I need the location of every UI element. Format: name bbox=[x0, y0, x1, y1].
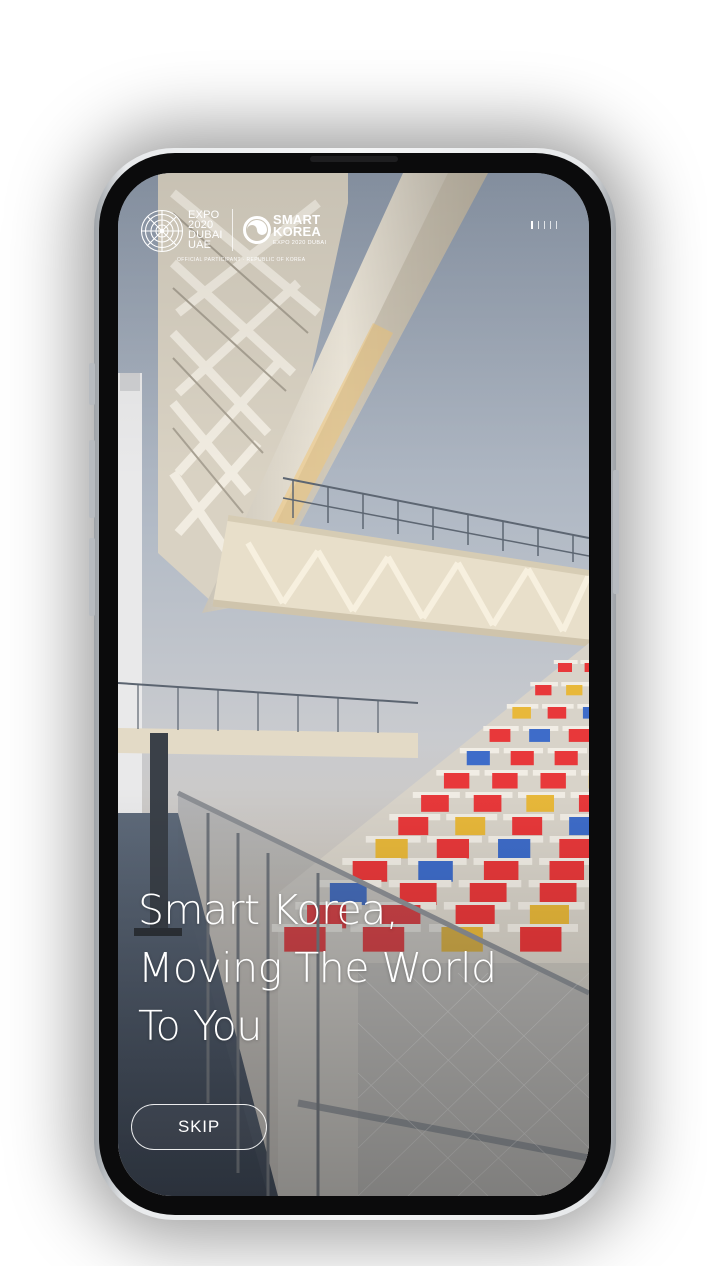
pager-mark[interactable] bbox=[538, 221, 539, 229]
pager-mark[interactable] bbox=[550, 221, 551, 229]
skip-button[interactable]: SKIP bbox=[131, 1104, 267, 1150]
headline-line: Smart Korea, bbox=[138, 886, 399, 934]
headline-line: To You bbox=[138, 1002, 262, 1050]
pager-mark[interactable] bbox=[531, 221, 533, 229]
partner-logos: EXPO 2020 DUBAI UAE SMART KOREA EXPO 202… bbox=[140, 207, 400, 267]
volume-up-button bbox=[89, 440, 95, 518]
power-button bbox=[613, 470, 619, 594]
pager-mark[interactable] bbox=[544, 221, 545, 229]
volume-down-button bbox=[89, 538, 95, 616]
expo-wordmark: EXPO 2020 DUBAI UAE bbox=[188, 210, 223, 251]
splash-screen: EXPO 2020 DUBAI UAE SMART KOREA EXPO 202… bbox=[118, 173, 589, 1196]
expo-2020-dubai-emblem-icon bbox=[140, 209, 184, 253]
pager-mark[interactable] bbox=[556, 221, 557, 229]
device-mockup: EXPO 2020 DUBAI UAE SMART KOREA EXPO 202… bbox=[0, 0, 707, 1266]
smart-korea-wordmark: SMART KOREA EXPO 2020 DUBAI bbox=[273, 213, 327, 247]
silent-switch bbox=[89, 363, 95, 405]
smart-korea-subtitle: EXPO 2020 DUBAI bbox=[273, 240, 327, 246]
smart-korea-name-line: KOREA bbox=[273, 224, 321, 239]
headline-line: Moving The World bbox=[138, 944, 497, 992]
slide-pager bbox=[531, 221, 557, 229]
expo-line: UAE bbox=[188, 239, 212, 251]
logo-divider bbox=[232, 209, 233, 251]
splash-headline: Smart Korea, Moving The World To You bbox=[138, 881, 578, 1055]
smart-korea-taegeuk-icon bbox=[243, 216, 271, 244]
earpiece-speaker bbox=[310, 156, 398, 162]
participant-note: OFFICIAL PARTICIPANT · REPUBLIC OF KOREA bbox=[177, 257, 306, 263]
